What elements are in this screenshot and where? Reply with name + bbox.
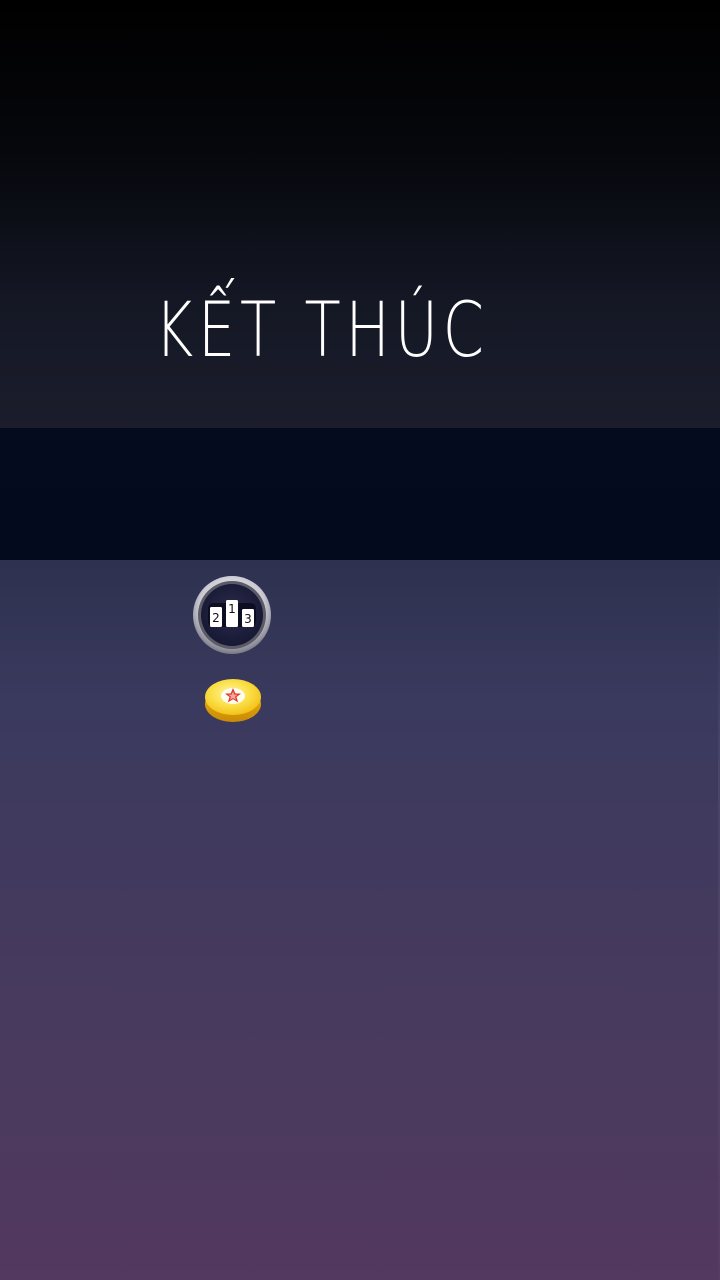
game-over-screen: KẾT THÚC 2 1 3 [0,0,720,1280]
podium-icon: 2 1 3 [193,576,271,654]
score-band [0,428,720,560]
star-coin-icon [204,675,262,725]
game-over-title: KẾT THÚC [154,285,489,374]
podium-third-label: 3 [244,612,252,626]
podium-second-label: 2 [212,611,220,625]
bottom-background [0,560,720,1280]
podium-first-label: 1 [228,602,236,616]
leaderboard-button[interactable]: 2 1 3 [192,575,272,655]
